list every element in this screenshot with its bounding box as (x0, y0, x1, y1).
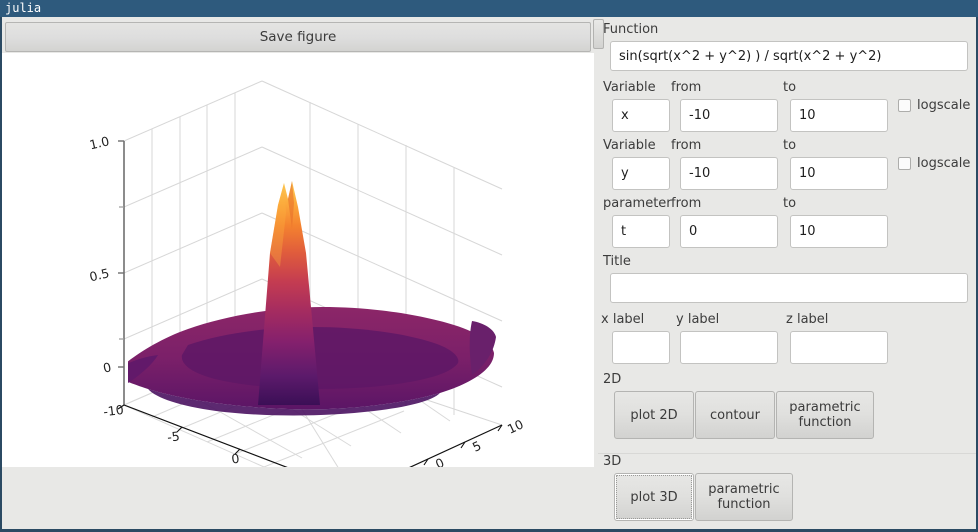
variable-y-label: Variable (603, 138, 656, 153)
z-axis-ticks: 1.0 0.5 0 (88, 133, 124, 376)
variable-x-logscale-label: logscale (917, 98, 971, 113)
plot-3d-button[interactable]: plot 3D (614, 473, 694, 521)
z-label-label: z label (786, 312, 829, 327)
variable-x-from-input[interactable]: -10 (680, 99, 778, 132)
variable-x-label: Variable (603, 80, 656, 95)
plot-2d-button[interactable]: plot 2D (614, 391, 694, 439)
variable-y-name-input[interactable]: y (612, 157, 670, 190)
parameter-to-input[interactable]: 10 (790, 215, 888, 248)
controls-pane: Function sin(sqrt(x^2 + y^2) ) / sqrt(x^… (598, 17, 976, 529)
x-label-label: x label (601, 312, 645, 327)
contour-button[interactable]: contour (695, 391, 775, 439)
variable-x-name-input[interactable]: x (612, 99, 670, 132)
title-label: Title (603, 254, 631, 269)
plot-pane: Save figure 1.0 0.5 0 -10 -5 0 0 5 10 (2, 17, 594, 529)
z-label-input[interactable] (790, 331, 888, 364)
variable-x-to-input[interactable]: 10 (790, 99, 888, 132)
surface-plot-3d: 1.0 0.5 0 -10 -5 0 5 10 (88, 80, 526, 467)
y-label-label: y label (676, 312, 720, 327)
variable-x-logscale-checkbox[interactable]: logscale (898, 98, 970, 113)
group-divider (598, 453, 976, 454)
variable-y-from-input[interactable]: -10 (680, 157, 778, 190)
plot-pane-filler (2, 467, 594, 529)
parameter-name-input[interactable]: t (612, 215, 670, 248)
variable-x-to-label: to (783, 80, 797, 95)
x-label-input[interactable] (612, 331, 670, 364)
svg-text:-5: -5 (166, 428, 180, 444)
svg-text:0: 0 (433, 455, 447, 467)
parametric-function-2d-button[interactable]: parametric function (776, 391, 874, 439)
variable-y-from-label: from (671, 138, 702, 153)
application-window: julia Save figure 1.0 0.5 0 -10 -5 0 0 5… (0, 0, 978, 532)
title-input[interactable] (610, 273, 968, 303)
function-label: Function (603, 22, 659, 37)
save-figure-button[interactable]: Save figure (5, 22, 591, 52)
variable-y-logscale-checkbox[interactable]: logscale (898, 156, 970, 171)
variable-x-from-label: from (671, 80, 702, 95)
function-input[interactable]: sin(sqrt(x^2 + y^2) ) / sqrt(x^2 + y^2) (610, 41, 968, 71)
variable-y-to-label: to (783, 138, 797, 153)
plot-canvas[interactable]: 1.0 0.5 0 -10 -5 0 5 10 (2, 53, 594, 467)
checkbox-box-icon (898, 99, 911, 112)
svg-text:1.0: 1.0 (88, 133, 111, 152)
svg-text:10: 10 (505, 416, 526, 436)
svg-text:-10: -10 (102, 402, 124, 419)
group-3d-label: 3D (603, 454, 622, 469)
y-label-input[interactable] (680, 331, 778, 364)
window-titlebar: julia (0, 0, 978, 17)
group-2d-label: 2D (603, 372, 622, 387)
variable-y-logscale-label: logscale (917, 156, 971, 171)
svg-text:0: 0 (102, 359, 113, 375)
save-figure-label: Save figure (259, 29, 337, 45)
svg-text:5: 5 (470, 438, 484, 455)
parametric-function-3d-button[interactable]: parametric function (695, 473, 793, 521)
pane-splitter-handle[interactable] (593, 19, 604, 49)
window-title: julia (5, 1, 42, 15)
parameter-label: parameter (603, 196, 672, 211)
checkbox-box-icon (898, 157, 911, 170)
parameter-from-input[interactable]: 0 (680, 215, 778, 248)
variable-y-to-input[interactable]: 10 (790, 157, 888, 190)
parameter-from-label: from (671, 196, 702, 211)
parameter-to-label: to (783, 196, 797, 211)
svg-text:0.5: 0.5 (88, 265, 111, 284)
